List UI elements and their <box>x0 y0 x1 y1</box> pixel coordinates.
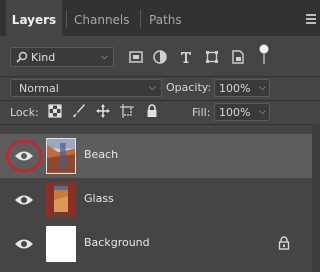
divider <box>0 124 320 125</box>
layer-thumbnail-beach <box>46 138 76 174</box>
panel-tab-bar: Layers Channels Paths <box>0 0 320 36</box>
chevron-down-icon: ⌵ <box>259 83 266 93</box>
lock-transparent-pixels-icon[interactable] <box>48 104 62 118</box>
shape-layer-filter-icon[interactable] <box>204 49 220 65</box>
blend-mode-value: Normal <box>19 82 59 95</box>
type-layer-filter-icon[interactable] <box>178 49 194 65</box>
filter-toggle-icon[interactable] <box>258 44 270 66</box>
layers-panel: Layers Channels Paths Kind ⌵ Normal ⌵ Op… <box>0 0 320 272</box>
lock-image-pixels-icon[interactable] <box>72 104 86 118</box>
filter-kind-select[interactable]: Kind ⌵ <box>10 47 114 67</box>
chevron-down-icon: ⌵ <box>149 83 156 93</box>
adjustment-layer-filter-icon[interactable] <box>152 49 168 65</box>
layer-thumbnail-glass <box>46 182 76 218</box>
visibility-eye-icon[interactable] <box>14 192 34 208</box>
tab-paths[interactable]: Paths <box>149 0 182 36</box>
pixel-layer-filter-icon[interactable] <box>128 49 144 65</box>
prevent-auto-nesting-icon[interactable] <box>120 104 134 118</box>
lock-label: Lock: <box>10 106 39 119</box>
blend-mode-select[interactable]: Normal ⌵ <box>10 79 162 97</box>
filter-row: Kind ⌵ <box>0 36 320 76</box>
layer-row-background[interactable]: Background <box>0 222 312 266</box>
tab-divider <box>140 10 141 28</box>
fill-input[interactable]: 100% ⌵ <box>214 103 270 121</box>
tab-layers[interactable]: Layers <box>6 0 62 36</box>
smart-object-filter-icon[interactable] <box>230 49 246 65</box>
fill-label: Fill: <box>192 106 211 119</box>
layer-name-background: Background <box>84 236 150 249</box>
fill-value: 100% <box>219 106 251 119</box>
lock-icon[interactable] <box>278 236 290 250</box>
search-icon <box>16 51 28 63</box>
filter-kind-label: Kind <box>31 51 56 64</box>
chevron-down-icon: ⌵ <box>101 52 108 62</box>
chevron-down-icon: ⌵ <box>259 107 266 117</box>
layer-row-beach[interactable]: Beach <box>0 134 312 178</box>
lock-position-icon[interactable] <box>96 104 110 118</box>
highlight-circle <box>5 139 43 173</box>
layers-scrollbar[interactable] <box>312 124 320 272</box>
layer-name-glass: Glass <box>84 192 114 205</box>
visibility-eye-icon[interactable] <box>14 236 34 252</box>
blend-row: Normal ⌵ Opacity: 100% ⌵ <box>0 77 320 99</box>
opacity-input[interactable]: 100% ⌵ <box>214 79 270 97</box>
lock-row: Lock: Fill: 100% ⌵ <box>0 101 320 123</box>
layer-name-beach: Beach <box>84 148 119 161</box>
layer-row-glass[interactable]: Glass <box>0 178 312 222</box>
layer-thumbnail-background <box>46 226 76 262</box>
panel-menu-icon[interactable] <box>306 14 316 24</box>
opacity-value: 100% <box>219 82 251 95</box>
tab-channels[interactable]: Channels <box>74 0 130 36</box>
tab-divider <box>66 10 67 28</box>
lock-all-icon[interactable] <box>146 104 158 118</box>
opacity-label: Opacity: <box>166 81 212 94</box>
